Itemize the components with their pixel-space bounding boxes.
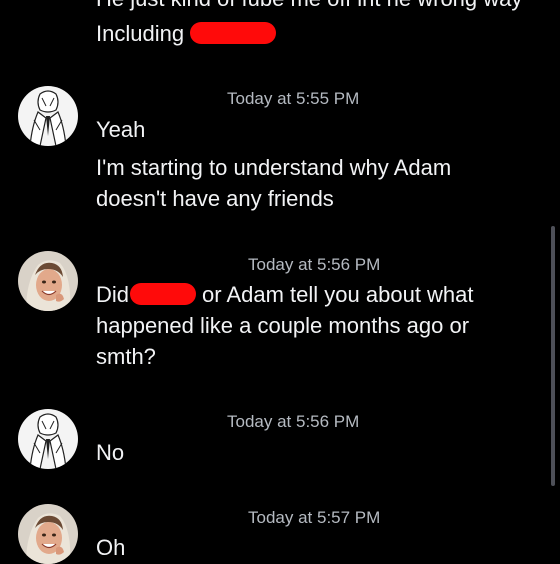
message-text: No [96,440,125,465]
message-timestamp: Today at 5:56 PM [227,412,360,431]
user-photo-icon [18,251,78,311]
message-timestamp: Today at 5:56 PM [248,255,381,274]
avatar[interactable] [18,409,78,469]
message-text-segment: Did [96,282,130,307]
avatar[interactable] [18,251,78,311]
redaction-mark [190,22,277,45]
message-text: Yeah [96,117,146,142]
message-text-segment: Including [96,21,185,46]
message-text: I'm starting to understand why Adam [96,155,452,180]
message-text: doesn't have any friends [96,186,334,211]
redaction-mark [130,283,197,306]
avatar[interactable] [18,86,78,146]
message-text-segment: or Adam tell you about what [202,282,474,307]
message-timestamp: Today at 5:55 PM [227,89,360,108]
avatar[interactable] [18,504,78,564]
message-text: Did or Adam tell you about what [96,279,474,310]
message-text: happened like a couple months ago or [96,313,470,338]
message-text: Including [96,18,277,49]
sketch-figure-icon [18,409,78,469]
message-text: smth? [96,344,156,369]
message-text: He just kind of fube me off int he wrong… [96,0,522,14]
sketch-figure-icon [18,86,78,146]
user-photo-icon [18,504,78,564]
message-timestamp: Today at 5:57 PM [248,508,381,527]
message-text: Oh [96,535,126,560]
scrollbar[interactable] [551,226,555,486]
